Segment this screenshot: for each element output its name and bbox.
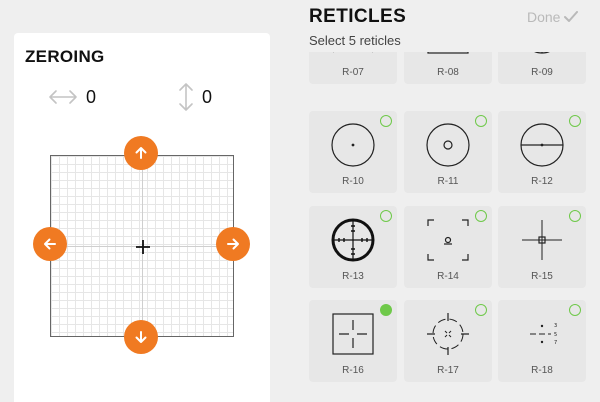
svg-text:7: 7 — [554, 340, 557, 346]
vertical-offset: 0 — [178, 81, 212, 113]
reticle-label: R-14 — [437, 271, 459, 282]
reticle-label: R-10 — [342, 176, 364, 187]
select-toggle[interactable] — [380, 210, 392, 222]
reticle-label: R-09 — [531, 67, 553, 78]
move-right-button[interactable] — [216, 227, 250, 261]
done-label: Done — [527, 9, 561, 25]
reticle-tile-r18[interactable]: 3 5 7 R-18 — [498, 300, 586, 382]
reticle-r15-icon — [522, 220, 562, 260]
reticle-tile-r07[interactable]: R-07 — [309, 52, 397, 84]
reticle-tile-r14[interactable]: R-14 — [404, 206, 492, 288]
reticle-label: R-15 — [531, 271, 553, 282]
svg-text:5: 5 — [554, 332, 557, 338]
move-left-button[interactable] — [33, 227, 67, 261]
reticles-subtitle: Select 5 reticles — [309, 33, 401, 48]
move-up-button[interactable] — [124, 136, 158, 170]
reticle-r09-icon — [534, 52, 550, 54]
select-toggle[interactable] — [569, 115, 581, 127]
reticle-tile-r12[interactable]: R-12 — [498, 111, 586, 193]
reticle-tile-r16[interactable]: R-16 — [309, 300, 397, 382]
zeroing-panel: ZEROING 0 0 — [14, 33, 270, 402]
reticle-r07-icon — [333, 52, 373, 53]
check-icon — [564, 11, 579, 22]
reticle-tile-r15[interactable]: R-15 — [498, 206, 586, 288]
reticle-label: R-16 — [342, 365, 364, 376]
reticle-label: R-08 — [437, 67, 459, 78]
reticle-tile-r11[interactable]: R-11 — [404, 111, 492, 193]
svg-text:3: 3 — [554, 323, 557, 329]
reticle-tile-r13[interactable]: R-13 — [309, 206, 397, 288]
reticle-r13-icon — [331, 218, 375, 262]
select-toggle[interactable] — [475, 304, 487, 316]
arrow-up-icon — [135, 147, 147, 159]
reticle-r11-icon — [426, 123, 470, 167]
vertical-offset-value: 0 — [202, 86, 213, 107]
reticle-r14-icon — [427, 219, 469, 261]
reticle-label: R-07 — [342, 67, 364, 78]
reticle-r12-icon — [520, 123, 564, 167]
select-toggle[interactable] — [569, 304, 581, 316]
reticles-title: RETICLES — [309, 6, 407, 27]
horizontal-offset-value: 0 — [86, 86, 97, 107]
reticle-tile-r09[interactable]: R-09 — [498, 52, 586, 84]
reticle-label: R-18 — [531, 365, 553, 376]
arrow-left-icon — [44, 238, 56, 250]
reticle-label: R-17 — [437, 365, 459, 376]
select-toggle[interactable] — [475, 210, 487, 222]
reticle-label: R-12 — [531, 176, 553, 187]
reticle-grid[interactable]: R-07 R-08 R-09 R-10 R-11 R-12 R-13 R-14 … — [300, 52, 600, 402]
select-toggle[interactable] — [475, 115, 487, 127]
done-button[interactable]: Done — [527, 9, 579, 25]
reticle-tile-r08[interactable]: R-08 — [404, 52, 492, 84]
arrow-right-icon — [227, 238, 239, 250]
vertical-arrows-icon — [179, 83, 193, 111]
reticle-label: R-11 — [437, 176, 459, 187]
horizontal-arrows-icon — [49, 90, 77, 104]
horizontal-offset: 0 — [48, 81, 96, 113]
zeroing-title: ZEROING — [25, 47, 105, 66]
arrow-down-icon — [135, 331, 147, 343]
reticle-label: R-13 — [342, 271, 364, 282]
move-down-button[interactable] — [124, 320, 158, 354]
reticle-tile-r17[interactable]: R-17 — [404, 300, 492, 382]
reticle-r17-icon — [427, 313, 469, 355]
reticle-r08-icon — [427, 52, 469, 54]
crosshair-icon — [136, 240, 150, 254]
zeroing-grid[interactable] — [50, 155, 234, 337]
select-toggle[interactable] — [569, 210, 581, 222]
select-toggle-selected[interactable] — [380, 304, 392, 316]
select-toggle[interactable] — [380, 115, 392, 127]
reticle-tile-r10[interactable]: R-10 — [309, 111, 397, 193]
reticle-r10-icon — [331, 123, 375, 167]
reticle-r16-icon — [332, 313, 374, 355]
reticle-r18-icon: 3 5 7 — [530, 323, 557, 346]
